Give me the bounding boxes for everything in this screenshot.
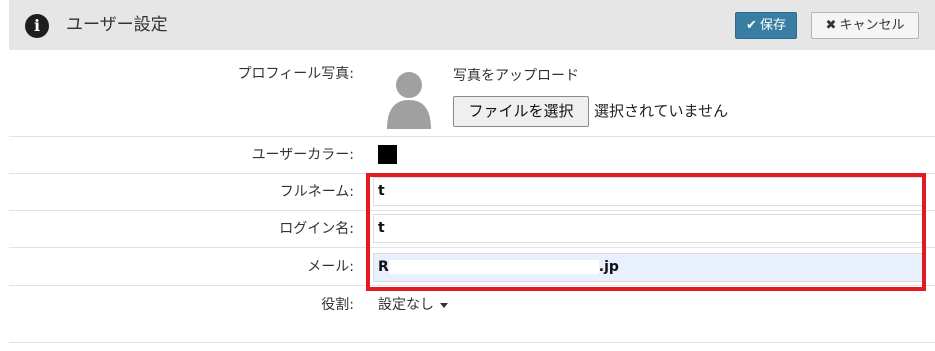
checkmark-icon: ✔ <box>746 18 757 33</box>
save-button-label: 保存 <box>759 18 786 33</box>
page-title: ユーザー設定 <box>66 15 168 35</box>
info-icon: i <box>25 14 49 38</box>
email-label: メール: <box>307 259 354 275</box>
header-bar: i ユーザー設定 ✔ 保存 ✖ キャンセル <box>9 0 935 50</box>
user-silhouette-icon <box>387 72 431 129</box>
choose-file-button[interactable]: ファイルを選択 <box>453 96 589 127</box>
caret-down-icon <box>440 302 448 308</box>
file-status-text: 選択されていません <box>594 102 729 120</box>
role-label: 役割: <box>321 297 354 313</box>
user-color-label: ユーザーカラー: <box>251 147 354 163</box>
upload-photo-caption: 写真をアップロード <box>453 68 579 84</box>
close-icon: ✖ <box>825 18 837 33</box>
highlight-box <box>366 173 926 291</box>
user-settings-page: i ユーザー設定 ✔ 保存 ✖ キャンセル プロフィール写真: 写真をアップロー… <box>0 0 935 351</box>
divider <box>9 342 935 343</box>
cancel-button-label: キャンセル <box>839 18 905 33</box>
login-name-label: ログイン名: <box>279 221 354 237</box>
profile-photo-label: プロフィール写真: <box>237 66 354 82</box>
fullname-label: フルネーム: <box>279 184 354 200</box>
role-value: 設定なし <box>378 297 434 313</box>
role-dropdown[interactable]: 設定なし <box>378 295 448 315</box>
user-color-swatch[interactable] <box>378 145 397 164</box>
divider <box>9 136 935 137</box>
cancel-button[interactable]: ✖ キャンセル <box>811 12 919 39</box>
save-button[interactable]: ✔ 保存 <box>735 12 797 39</box>
